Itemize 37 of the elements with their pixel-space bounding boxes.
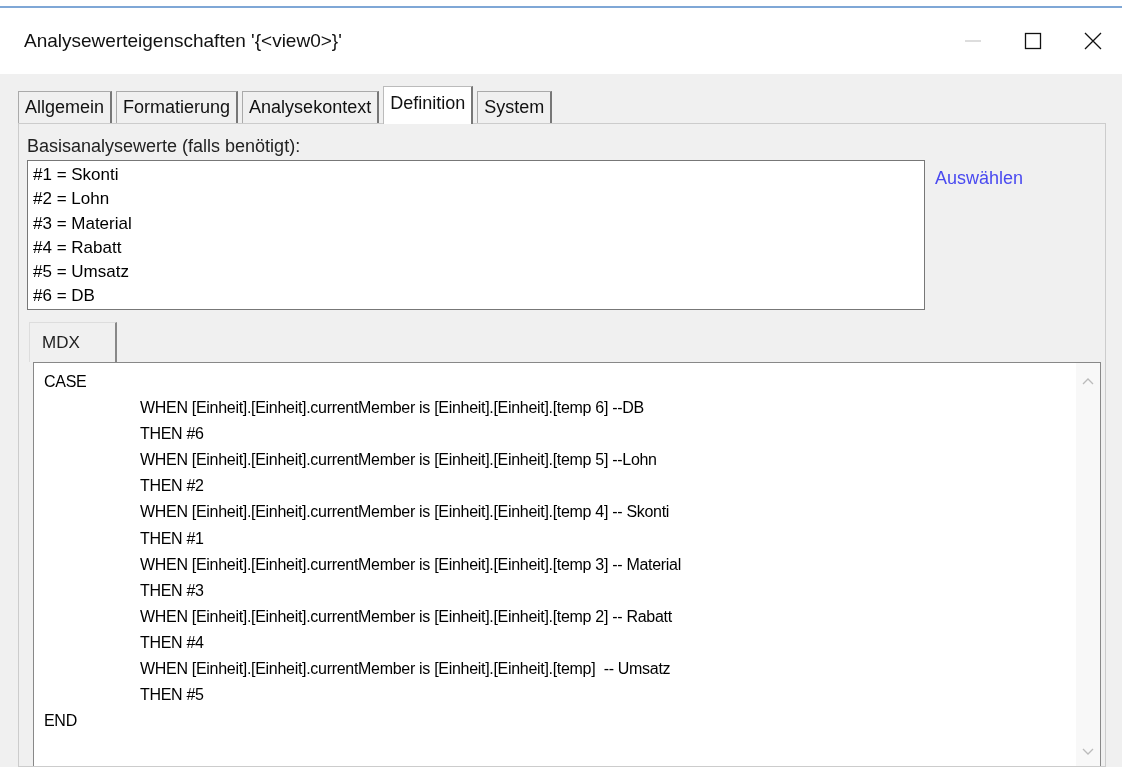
code-line: THEN #6: [139, 424, 205, 445]
close-icon: [1084, 32, 1102, 50]
code-line: WHEN [Einheit].[Einheit].currentMember is [Einheit].[Einheit].[temp 2] -- Rabatt: [139, 606, 673, 627]
base-values-list[interactable]: #1 = Skonti #2 = Lohn #3 = Material #4 = Rabatt #5 = Umsatz #6 = DB: [27, 160, 925, 310]
maximize-icon: [1024, 32, 1042, 50]
code-line: THEN #5: [139, 685, 205, 706]
minimize-icon: [965, 40, 981, 42]
tab[interactable]: Allgemein: [18, 91, 113, 123]
window-title: Analysewerteigenschaften '{<view0>}': [24, 30, 342, 52]
scroll-down-icon: [1082, 748, 1094, 756]
code-line: WHEN [Einheit].[Einheit].currentMember is [Einheit].[Einheit].[temp 3] -- Material: [139, 554, 682, 575]
code-line: CASE: [44, 372, 88, 392]
list-item: #2 = Lohn: [33, 188, 111, 211]
code-line: END: [44, 711, 78, 732]
code-line: WHEN [Einheit].[Einheit].currentMember is [Einheit].[Einheit].[temp 4] -- Skonti: [139, 502, 671, 523]
code-line: THEN #3: [139, 580, 205, 601]
code-line: WHEN [Einheit].[Einheit].currentMember is [Einheit].[Einheit].[temp 5] --Lohn: [139, 450, 658, 471]
tab[interactable]: Formatierung: [116, 91, 239, 123]
scroll-up-icon: [1082, 377, 1094, 385]
field-label: Basisanalysewerte (falls benötigt):: [27, 136, 302, 157]
list-item: #1 = Skonti: [33, 164, 120, 186]
code-line: THEN #4: [139, 632, 205, 653]
list-item: #5 = Umsatz: [33, 261, 130, 284]
code-line: WHEN [Einheit].[Einheit].currentMember is [Einheit].[Einheit].[temp 6] --DB: [139, 398, 645, 419]
list-item: #6 = DB: [33, 285, 96, 308]
code-line: WHEN [Einheit].[Einheit].currentMember is [Einheit].[Einheit].[temp] -- Umsatz: [139, 659, 672, 680]
list-item: #4 = Rabatt: [33, 236, 123, 259]
tab[interactable]: MDX: [29, 322, 117, 362]
code-editor[interactable]: [33, 362, 1101, 766]
tab[interactable]: Analysekontext: [242, 91, 380, 123]
tab[interactable]: Definition: [383, 86, 474, 124]
list-item: #3 = Material: [33, 212, 133, 235]
scrollbar[interactable]: [1076, 363, 1100, 766]
code-line: THEN #1: [139, 528, 205, 549]
code-line: THEN #2: [139, 476, 205, 497]
tab[interactable]: System: [477, 91, 553, 123]
select-link[interactable]: Auswählen: [935, 168, 1024, 189]
